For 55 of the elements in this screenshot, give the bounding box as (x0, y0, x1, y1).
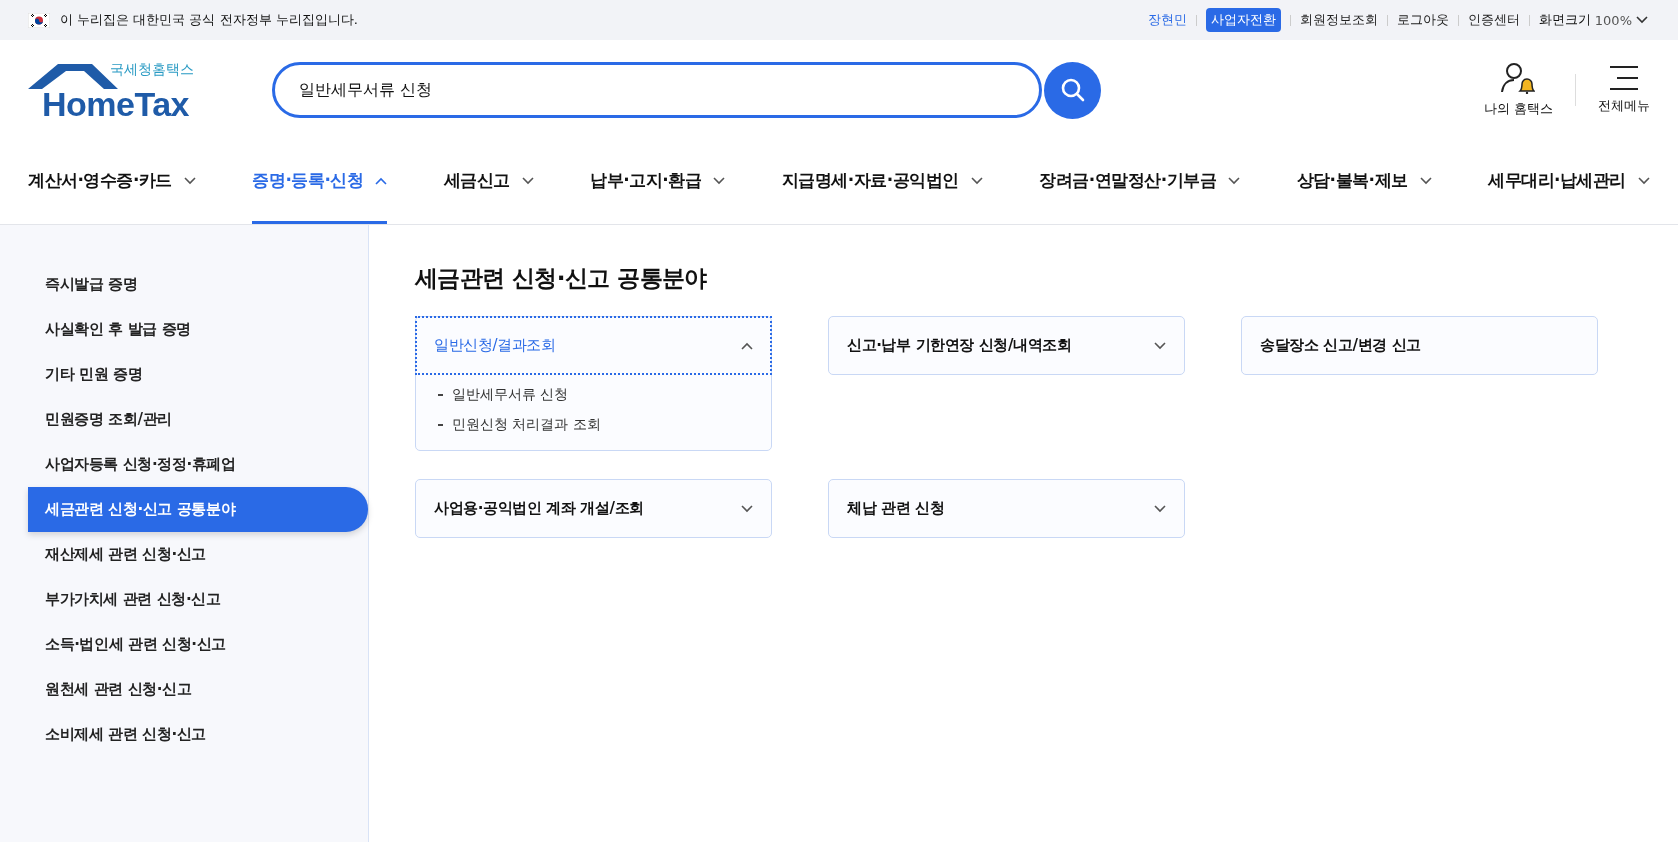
sidebar-item[interactable]: 소득·법인세 관련 신청·신고 (28, 622, 368, 667)
menu-icon (1609, 65, 1639, 91)
accordion-header[interactable]: 사업용·공익법인 계좌 개설/조회 (416, 480, 771, 537)
utility-link[interactable]: 인증센터 (1467, 11, 1520, 29)
logo-subtitle: 국세청홈택스 (110, 61, 194, 79)
search-button[interactable] (1044, 61, 1101, 119)
chevron-down-icon (741, 504, 753, 513)
chevron-up-icon (375, 176, 388, 185)
sidebar-item[interactable]: 부가가치세 관련 신청·신고 (28, 577, 368, 622)
utility-link[interactable]: 회원정보조회 (1299, 11, 1378, 29)
sidebar-item[interactable]: 즉시발급 증명 (28, 262, 368, 307)
nav-tab[interactable]: 장려금·연말정산·기부금 (1039, 140, 1241, 224)
sidebar-item[interactable]: 원천세 관련 신청·신고 (28, 667, 368, 712)
card-link[interactable]: 송달장소 신고/변경 신고 (1242, 317, 1597, 374)
section-title: 세금관련 신청·신고 공통분야 (415, 264, 708, 293)
caret-icon (1636, 16, 1648, 24)
gov-banner-text: 이 누리집은 대한민국 공식 전자정부 누리집입니다. (60, 11, 358, 29)
nav-tab[interactable]: 세금신고 (443, 140, 534, 224)
nav-tab[interactable]: 납부·고지·환급 (590, 140, 726, 224)
chevron-down-icon (1419, 176, 1432, 185)
nav-tab[interactable]: 계산서·영수증·카드 (28, 140, 196, 224)
sidebar-item[interactable]: 재산제세 관련 신청·신고 (28, 532, 368, 577)
chevron-down-icon (1154, 504, 1166, 513)
nav-tab[interactable]: 상담·불복·제보 (1296, 140, 1432, 224)
user-bell-icon (1501, 62, 1536, 94)
chevron-down-icon (713, 176, 726, 185)
all-menu-button[interactable]: 전체메뉴 (1598, 65, 1650, 115)
sidebar-item[interactable]: 소비제세 관련 신청·신고 (28, 712, 368, 757)
nav-tab[interactable]: 지급명세·자료·공익법인 (781, 140, 983, 224)
sidebar-item[interactable]: 사업자등록 신청·정정·휴폐업 (28, 442, 368, 487)
utility-link[interactable]: 로그아웃 (1396, 11, 1449, 29)
submenu-link[interactable]: 일반세무서류 신청 (438, 380, 753, 410)
sidebar-item[interactable]: 사실확인 후 발급 증명 (28, 307, 368, 352)
chevron-down-icon (1154, 341, 1166, 350)
user-name-link[interactable]: 장현민 (1147, 11, 1187, 29)
chevron-down-icon (970, 176, 983, 185)
chevron-down-icon (183, 176, 196, 185)
sidebar-item[interactable]: 세금관련 신청·신고 공통분야 (28, 487, 368, 532)
sidebar-item[interactable]: 민원증명 조회/관리 (28, 397, 368, 442)
chevron-down-icon (1228, 176, 1241, 185)
sidebar-item[interactable]: 기타 민원 증명 (28, 352, 368, 397)
my-hometax-button[interactable]: 나의 홈택스 (1483, 62, 1553, 118)
accordion-header[interactable]: 신고·납부 기한연장 신청/내역조회 (829, 317, 1184, 374)
accordion-header[interactable]: 일반신청/결과조회 (416, 317, 771, 374)
flag-icon (28, 12, 50, 28)
search-field[interactable]: 일반세무서류 신청 (272, 62, 1042, 118)
submenu-link[interactable]: 민원신청 처리결과 조회 (438, 410, 753, 440)
nav-tab[interactable]: 세무대리·납세관리 (1488, 140, 1650, 224)
zoom-dropdown[interactable]: 화면크기 100% (1538, 11, 1648, 29)
accordion-header[interactable]: 체납 관련 신청 (829, 480, 1184, 537)
search-icon (1059, 77, 1086, 103)
chevron-down-icon (1638, 176, 1650, 185)
chevron-up-icon (741, 341, 753, 350)
switch-button[interactable]: 사업자전환 (1205, 8, 1281, 32)
chevron-down-icon (521, 176, 534, 185)
